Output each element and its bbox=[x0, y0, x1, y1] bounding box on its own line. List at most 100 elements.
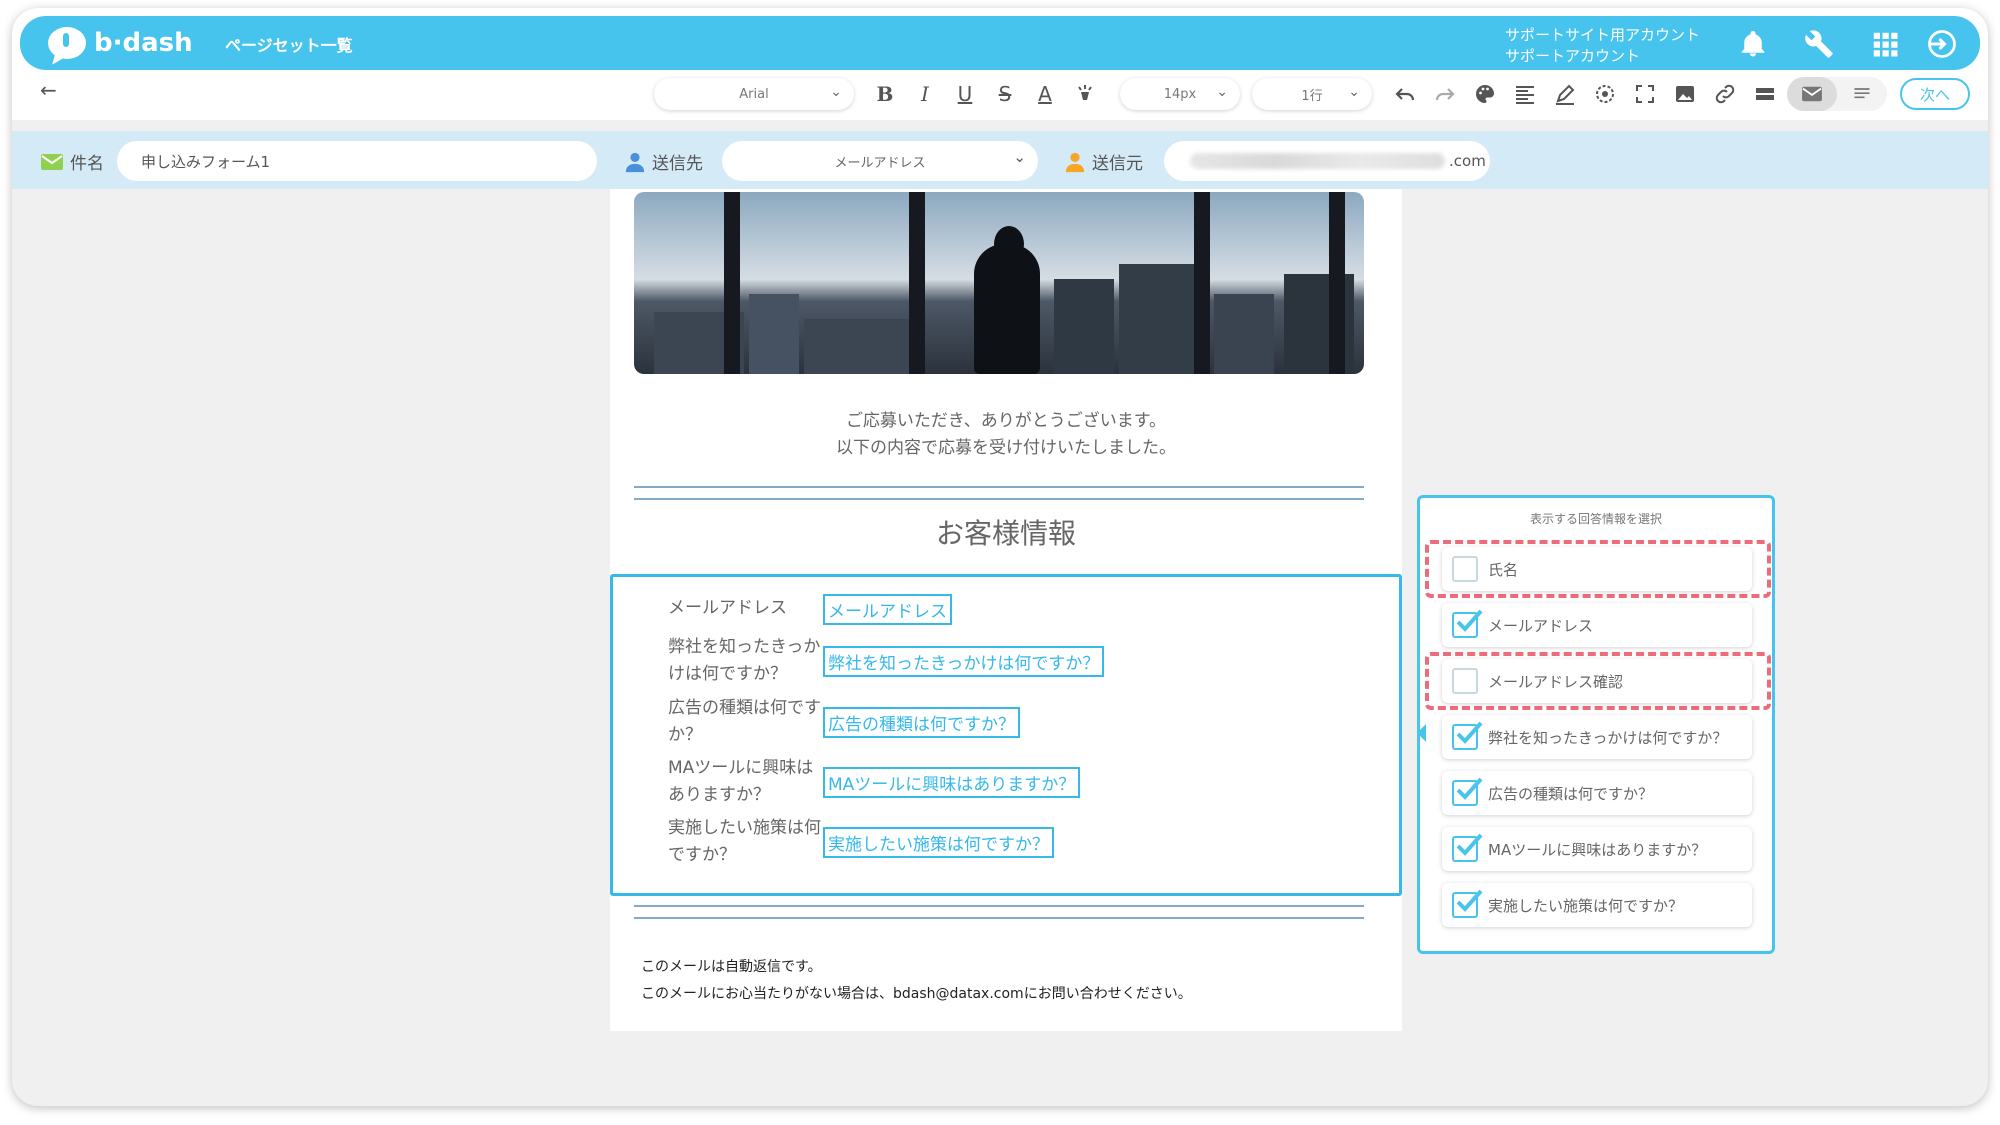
option-label: メールアドレス確認 bbox=[1488, 672, 1624, 691]
subject-label-text: 件名 bbox=[70, 154, 104, 174]
chevron-down-icon: ⌄ bbox=[1348, 84, 1360, 100]
double-divider bbox=[634, 486, 1364, 500]
option-label: MAツールに興味はありますか？ bbox=[1488, 840, 1707, 859]
back-arrow-icon[interactable]: ← bbox=[40, 78, 57, 102]
field-label: 広告の種類は何ですか？ bbox=[668, 698, 821, 745]
subject-value: 申し込みフォーム1 bbox=[141, 152, 271, 171]
checkbox-unchecked[interactable] bbox=[1452, 556, 1478, 582]
user-blue-icon bbox=[625, 152, 645, 172]
text-view-icon[interactable] bbox=[1837, 77, 1887, 111]
underline-icon[interactable]: U bbox=[950, 79, 980, 109]
checkmark-icon bbox=[1456, 721, 1483, 744]
to-select[interactable]: メールアドレス ⌄ bbox=[722, 141, 1038, 181]
editor-toolbar: ← Arial ⌄ B I U S A 14px ⌄ 1行 ⌄ 次へ bbox=[12, 70, 1988, 120]
logo-bubble-icon bbox=[48, 27, 86, 59]
mail-view-icon[interactable] bbox=[1787, 77, 1837, 111]
checkbox-checked[interactable] bbox=[1452, 777, 1483, 806]
logo-text: b·dash bbox=[94, 28, 193, 58]
option-label: メールアドレス bbox=[1488, 616, 1594, 635]
align-icon[interactable] bbox=[1510, 79, 1540, 109]
strikethrough-icon[interactable]: S bbox=[990, 79, 1020, 109]
footer-line-2: このメールにお心当たりがない場合は、bdash@datax.comにお問い合わせ… bbox=[641, 986, 1192, 1002]
to-label: 送信先 bbox=[624, 149, 703, 174]
app-window: b·dash ページセット一覧 サポートサイト用アカウント サポートアカウント … bbox=[12, 8, 1988, 1106]
subject-input[interactable]: 申し込みフォーム1 bbox=[117, 141, 597, 181]
divider-block-icon[interactable] bbox=[1750, 79, 1780, 109]
field-label: MAツールに興味はありますか？ bbox=[668, 758, 814, 805]
option-email-confirm[interactable]: メールアドレス確認 bbox=[1442, 659, 1752, 703]
checkbox-checked[interactable] bbox=[1452, 833, 1483, 862]
account-role: サポートアカウント bbox=[1505, 47, 1641, 65]
customer-info-block[interactable]: メールアドレス メールアドレス 弊社を知ったきっかけは何ですか？ 弊社を知ったき… bbox=[610, 574, 1402, 896]
checkbox-checked[interactable] bbox=[1452, 609, 1483, 638]
bdash-logo[interactable]: b·dash bbox=[48, 25, 193, 61]
panel-title: 表示する回答情報を選択 bbox=[1529, 512, 1662, 526]
checkbox-checked[interactable] bbox=[1452, 721, 1483, 750]
to-label-text: 送信先 bbox=[652, 154, 703, 174]
option-label: 弊社を知ったきっかけは何ですか？ bbox=[1488, 728, 1728, 747]
footer-line-1: このメールは自動返信です。 bbox=[641, 959, 822, 975]
option-email[interactable]: メールアドレス bbox=[1442, 603, 1752, 647]
field-label: 実施したい施策は何ですか？ bbox=[668, 818, 821, 865]
from-label-text: 送信元 bbox=[1092, 154, 1143, 174]
checkmark-icon bbox=[1456, 833, 1483, 856]
double-divider bbox=[634, 905, 1364, 919]
logout-icon[interactable] bbox=[1926, 29, 1956, 59]
email-meta-bar: 件名 申し込みフォーム1 送信先 メールアドレス ⌄ 送信元 .com bbox=[12, 131, 1988, 189]
envelope-icon bbox=[41, 153, 63, 170]
from-input[interactable]: .com bbox=[1164, 141, 1490, 181]
text-color-icon[interactable]: A bbox=[1030, 79, 1060, 109]
font-family-select[interactable]: Arial ⌄ bbox=[654, 78, 854, 110]
highlight-icon[interactable] bbox=[1070, 79, 1100, 109]
chevron-down-icon: ⌄ bbox=[1013, 148, 1026, 166]
option-label: 氏名 bbox=[1488, 560, 1519, 579]
font-size-select[interactable]: 14px ⌄ bbox=[1120, 78, 1240, 110]
font-family-value: Arial bbox=[739, 86, 769, 102]
option-label: 実施したい施策は何ですか？ bbox=[1488, 896, 1684, 915]
checkmark-icon bbox=[1456, 889, 1483, 912]
undo-icon[interactable] bbox=[1390, 79, 1420, 109]
hero-image[interactable] bbox=[634, 192, 1364, 374]
redo-icon[interactable] bbox=[1430, 79, 1460, 109]
option-ma-interest[interactable]: MAツールに興味はありますか？ bbox=[1442, 827, 1752, 871]
line-height-value: 1行 bbox=[1301, 88, 1323, 104]
page-title[interactable]: ページセット一覧 bbox=[225, 32, 353, 56]
email-canvas: ご応募いただき、ありがとうございます。 以下の内容で応募を受け付けいたしました。… bbox=[610, 189, 1402, 1031]
bell-icon[interactable] bbox=[1738, 29, 1768, 59]
chevron-down-icon: ⌄ bbox=[1216, 84, 1228, 100]
subject-label: 件名 bbox=[40, 149, 104, 174]
next-button[interactable]: 次へ bbox=[1900, 78, 1970, 110]
pen-icon[interactable] bbox=[1550, 79, 1580, 109]
option-ad-type[interactable]: 広告の種類は何ですか？ bbox=[1442, 771, 1752, 815]
field-tag[interactable]: MAツールに興味はありますか？ bbox=[823, 767, 1081, 798]
field-tag[interactable]: 広告の種類は何ですか？ bbox=[823, 707, 1020, 738]
section-title: お客様情報 bbox=[935, 517, 1076, 550]
palette-icon[interactable] bbox=[1470, 79, 1500, 109]
field-label: 弊社を知ったきっかけは何ですか？ bbox=[668, 637, 821, 684]
fullscreen-icon[interactable] bbox=[1630, 79, 1660, 109]
apps-grid-icon[interactable] bbox=[1870, 29, 1900, 59]
option-how-found[interactable]: 弊社を知ったきっかけは何ですか？ bbox=[1442, 715, 1752, 759]
link-icon[interactable] bbox=[1710, 79, 1740, 109]
wrench-icon[interactable] bbox=[1804, 29, 1834, 59]
view-toggle[interactable] bbox=[1787, 77, 1887, 111]
field-tag[interactable]: メールアドレス bbox=[823, 594, 952, 625]
field-tag[interactable]: 弊社を知ったきっかけは何ですか？ bbox=[823, 646, 1105, 677]
checkbox-unchecked[interactable] bbox=[1452, 668, 1478, 694]
line-height-select[interactable]: 1行 ⌄ bbox=[1252, 78, 1372, 110]
target-icon[interactable] bbox=[1590, 79, 1620, 109]
field-tag[interactable]: 実施したい施策は何ですか？ bbox=[823, 827, 1054, 858]
option-measures[interactable]: 実施したい施策は何ですか？ bbox=[1442, 883, 1752, 927]
field-label: メールアドレス bbox=[668, 598, 787, 618]
checkbox-checked[interactable] bbox=[1452, 889, 1483, 918]
account-info[interactable]: サポートサイト用アカウント サポートアカウント bbox=[1505, 25, 1700, 67]
image-icon[interactable] bbox=[1670, 79, 1700, 109]
checkmark-icon bbox=[1456, 777, 1483, 800]
bold-icon[interactable]: B bbox=[870, 79, 900, 109]
account-name: サポートサイト用アカウント bbox=[1505, 26, 1701, 44]
italic-icon[interactable]: I bbox=[910, 79, 940, 109]
option-name[interactable]: 氏名 bbox=[1442, 547, 1752, 591]
top-header: b·dash ページセット一覧 サポートサイト用アカウント サポートアカウント … bbox=[12, 8, 1988, 120]
chevron-down-icon: ⌄ bbox=[830, 84, 842, 100]
option-label: 広告の種類は何ですか？ bbox=[1488, 784, 1654, 803]
